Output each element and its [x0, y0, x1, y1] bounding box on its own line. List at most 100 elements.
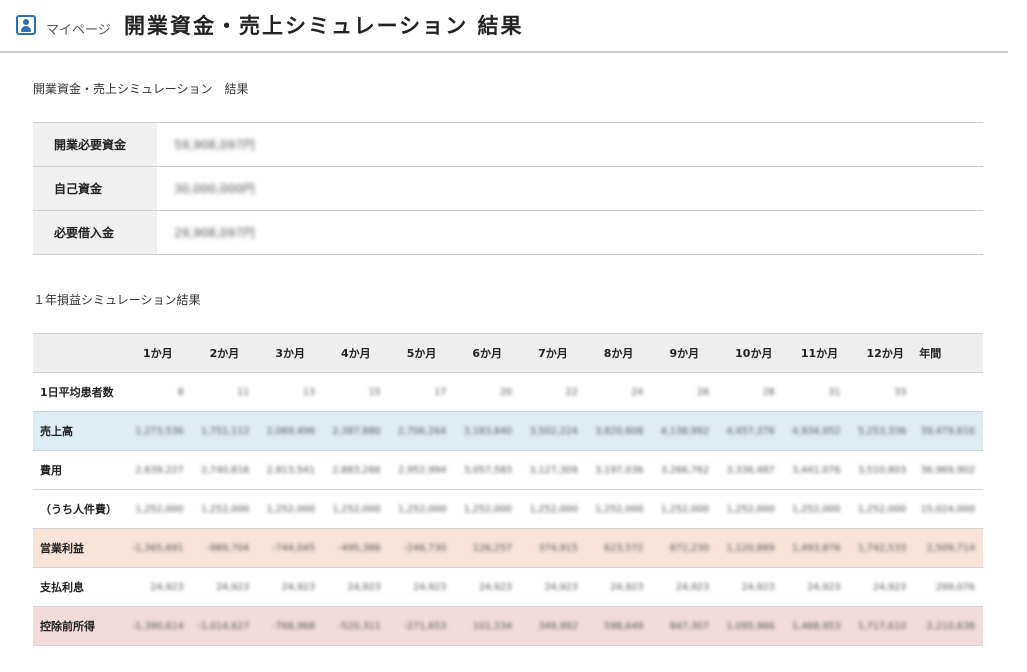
- cell-value: 24,923: [478, 581, 513, 593]
- cell-value: 349,992: [538, 620, 578, 632]
- cell-value: 1,252,000: [660, 503, 710, 515]
- cell-value: 24,923: [347, 581, 381, 593]
- summary-value-text: 30,000,000円: [174, 182, 255, 196]
- table-cell: 2,639,227: [124, 450, 192, 490]
- table-cell: 2,813,541: [257, 450, 324, 490]
- cell-value: 2,952,994: [398, 464, 447, 476]
- cell-value: 872,230: [669, 542, 710, 554]
- table-cell: 598,649: [585, 606, 652, 646]
- cell-value: 24,923: [544, 581, 578, 593]
- cell-value: 24,923: [741, 581, 775, 593]
- cell-value: 3,820,608: [595, 425, 644, 437]
- summary-label: 自己資金: [33, 166, 157, 211]
- cell-value: -246,730: [403, 542, 447, 554]
- table-cell: 36,969,902: [914, 450, 983, 490]
- table-cell: 1,252,000: [782, 489, 849, 529]
- table-cell: 20: [454, 372, 521, 412]
- table-row: 売上高 1,273,536 1,751,112 2,069,496 2,387,880 2…: [33, 411, 983, 451]
- table-row: 営業利益 -1,365,691 -989,704 -744,045 -495,386 -2…: [33, 528, 983, 568]
- summary-spacer: [291, 210, 983, 255]
- summary-value-text: 59,908,097円: [174, 138, 255, 152]
- cell-value: 1,252,000: [135, 503, 184, 515]
- pl-section-title: １年損益シミュレーション結果: [33, 293, 201, 307]
- table-cell: 17: [388, 372, 455, 412]
- column-header: 1か月: [124, 333, 192, 373]
- column-header: 4か月: [323, 333, 389, 373]
- table-cell: 623,572: [585, 528, 652, 568]
- summary-value: 59,908,097円: [157, 122, 291, 167]
- summary-row: 自己資金 30,000,000円: [33, 166, 983, 211]
- table-cell: 3,266,762: [651, 450, 718, 490]
- cell-value: 24,923: [216, 581, 250, 593]
- row-label: 支払利息: [33, 567, 125, 607]
- table-row: 1日平均患者数 8 11 13 15 17 20 22 24 26 28 31 33: [33, 372, 983, 412]
- cell-value: 1,252,000: [200, 503, 250, 515]
- column-header: 10か月: [717, 333, 783, 373]
- cell-value: -744,045: [272, 542, 316, 554]
- user-profile-icon: [16, 15, 36, 35]
- table-cell: -271,653: [388, 606, 455, 646]
- cell-value: -1,390,614: [131, 620, 184, 632]
- table-cell: 1,252,000: [257, 489, 324, 529]
- cell-value: 623,572: [604, 542, 644, 554]
- cell-value: 24,923: [281, 581, 316, 593]
- table-cell: 24,923: [191, 567, 258, 607]
- cell-value: 24,923: [872, 581, 907, 593]
- table-row: 費用 2,639,227 2,740,816 2,813,541 2,883,266 2,…: [33, 450, 983, 490]
- table-cell: 24,923: [717, 567, 783, 607]
- cell-value: 13: [302, 386, 316, 398]
- table-cell: 31: [782, 372, 849, 412]
- cell-value: 101,334: [472, 620, 513, 632]
- table-cell: 15: [323, 372, 389, 412]
- cell-value: 1,252,000: [792, 503, 841, 515]
- column-header: 3か月: [257, 333, 324, 373]
- cell-value: 1,120,889: [726, 542, 775, 554]
- table-cell: 374,915: [520, 528, 586, 568]
- cell-value: 1,273,536: [135, 425, 184, 437]
- row-label: 1日平均患者数: [33, 372, 125, 412]
- page-header: マイページ 開業資金・売上シミュレーション 結果: [0, 0, 1008, 53]
- table-cell: 24,923: [323, 567, 389, 607]
- table-cell: 2,952,994: [388, 450, 455, 490]
- table-cell: 1,252,000: [520, 489, 586, 529]
- column-header: 7か月: [520, 333, 586, 373]
- table-cell: -495,386: [323, 528, 389, 568]
- row-label: （うち人件費）: [33, 489, 125, 529]
- cell-value: 20: [499, 386, 513, 398]
- summary-spacer: [291, 166, 983, 211]
- cell-value: 3,502,224: [529, 425, 578, 437]
- cell-value: 1,252,000: [529, 503, 578, 515]
- table-cell: 2,883,266: [323, 450, 389, 490]
- cell-value: 17: [434, 386, 447, 398]
- cell-value: -989,704: [206, 542, 250, 554]
- table-cell: 349,992: [520, 606, 586, 646]
- cell-value: 3,057,583: [463, 464, 513, 476]
- cell-value: 1,468,953: [792, 620, 841, 632]
- cell-value: 24,923: [610, 581, 644, 593]
- table-cell: 299,076: [914, 567, 983, 607]
- breadcrumb-mypage[interactable]: マイページ: [46, 19, 111, 38]
- cell-value: 598,649: [604, 620, 644, 632]
- table-cell: 1,120,889: [717, 528, 783, 568]
- cell-value: 11: [237, 386, 250, 398]
- table-cell: 2,509,714: [914, 528, 983, 568]
- table-cell: 24,923: [257, 567, 324, 607]
- table-cell: 847,307: [651, 606, 718, 646]
- cell-value: 5,253,336: [857, 425, 907, 437]
- cell-value: 33: [894, 386, 907, 398]
- cell-value: 22: [565, 386, 578, 398]
- table-corner: [33, 333, 125, 373]
- table-cell: 24,923: [520, 567, 586, 607]
- table-cell: 15,024,000: [914, 489, 983, 529]
- table-cell: 3,502,224: [520, 411, 586, 451]
- row-label: 売上高: [33, 411, 125, 451]
- cell-value: 3,510,803: [857, 464, 907, 476]
- table-cell: 1,095,966: [717, 606, 783, 646]
- cell-value: 4,934,952: [792, 425, 841, 437]
- table-cell: 28: [717, 372, 783, 412]
- table-cell: -246,730: [388, 528, 455, 568]
- summary-value-text: 29,908,097円: [174, 226, 255, 240]
- cell-value: 15,024,000: [920, 503, 975, 515]
- table-cell: -1,014,627: [191, 606, 258, 646]
- cell-value: -1,365,691: [131, 542, 184, 554]
